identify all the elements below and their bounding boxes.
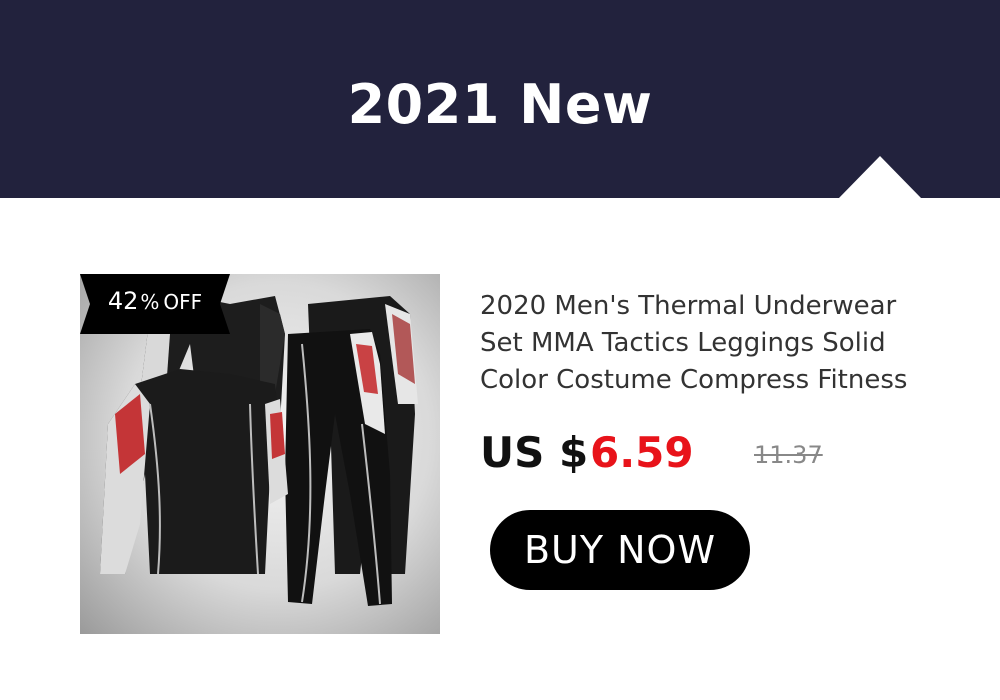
- banner-pointer: [838, 156, 922, 199]
- discount-badge: 42% OFF: [80, 274, 230, 334]
- original-price: 11.37: [754, 441, 823, 469]
- banner-title: 2021 New: [347, 73, 653, 136]
- discount-label: 42% OFF: [80, 286, 230, 319]
- header-banner: 2021 New: [0, 0, 1000, 199]
- product-title[interactable]: 2020 Men's Thermal Underwear Set MMA Tac…: [480, 288, 930, 404]
- currency-label: US $: [480, 428, 589, 477]
- discount-percent: 42: [107, 287, 139, 315]
- price-row: US $ 6.59 11.37: [480, 424, 960, 484]
- buy-now-button[interactable]: BUY NOW: [490, 510, 750, 590]
- discount-off-label: OFF: [163, 290, 203, 314]
- sale-price: 6.59: [590, 428, 694, 477]
- discount-percent-sign: %: [140, 290, 160, 314]
